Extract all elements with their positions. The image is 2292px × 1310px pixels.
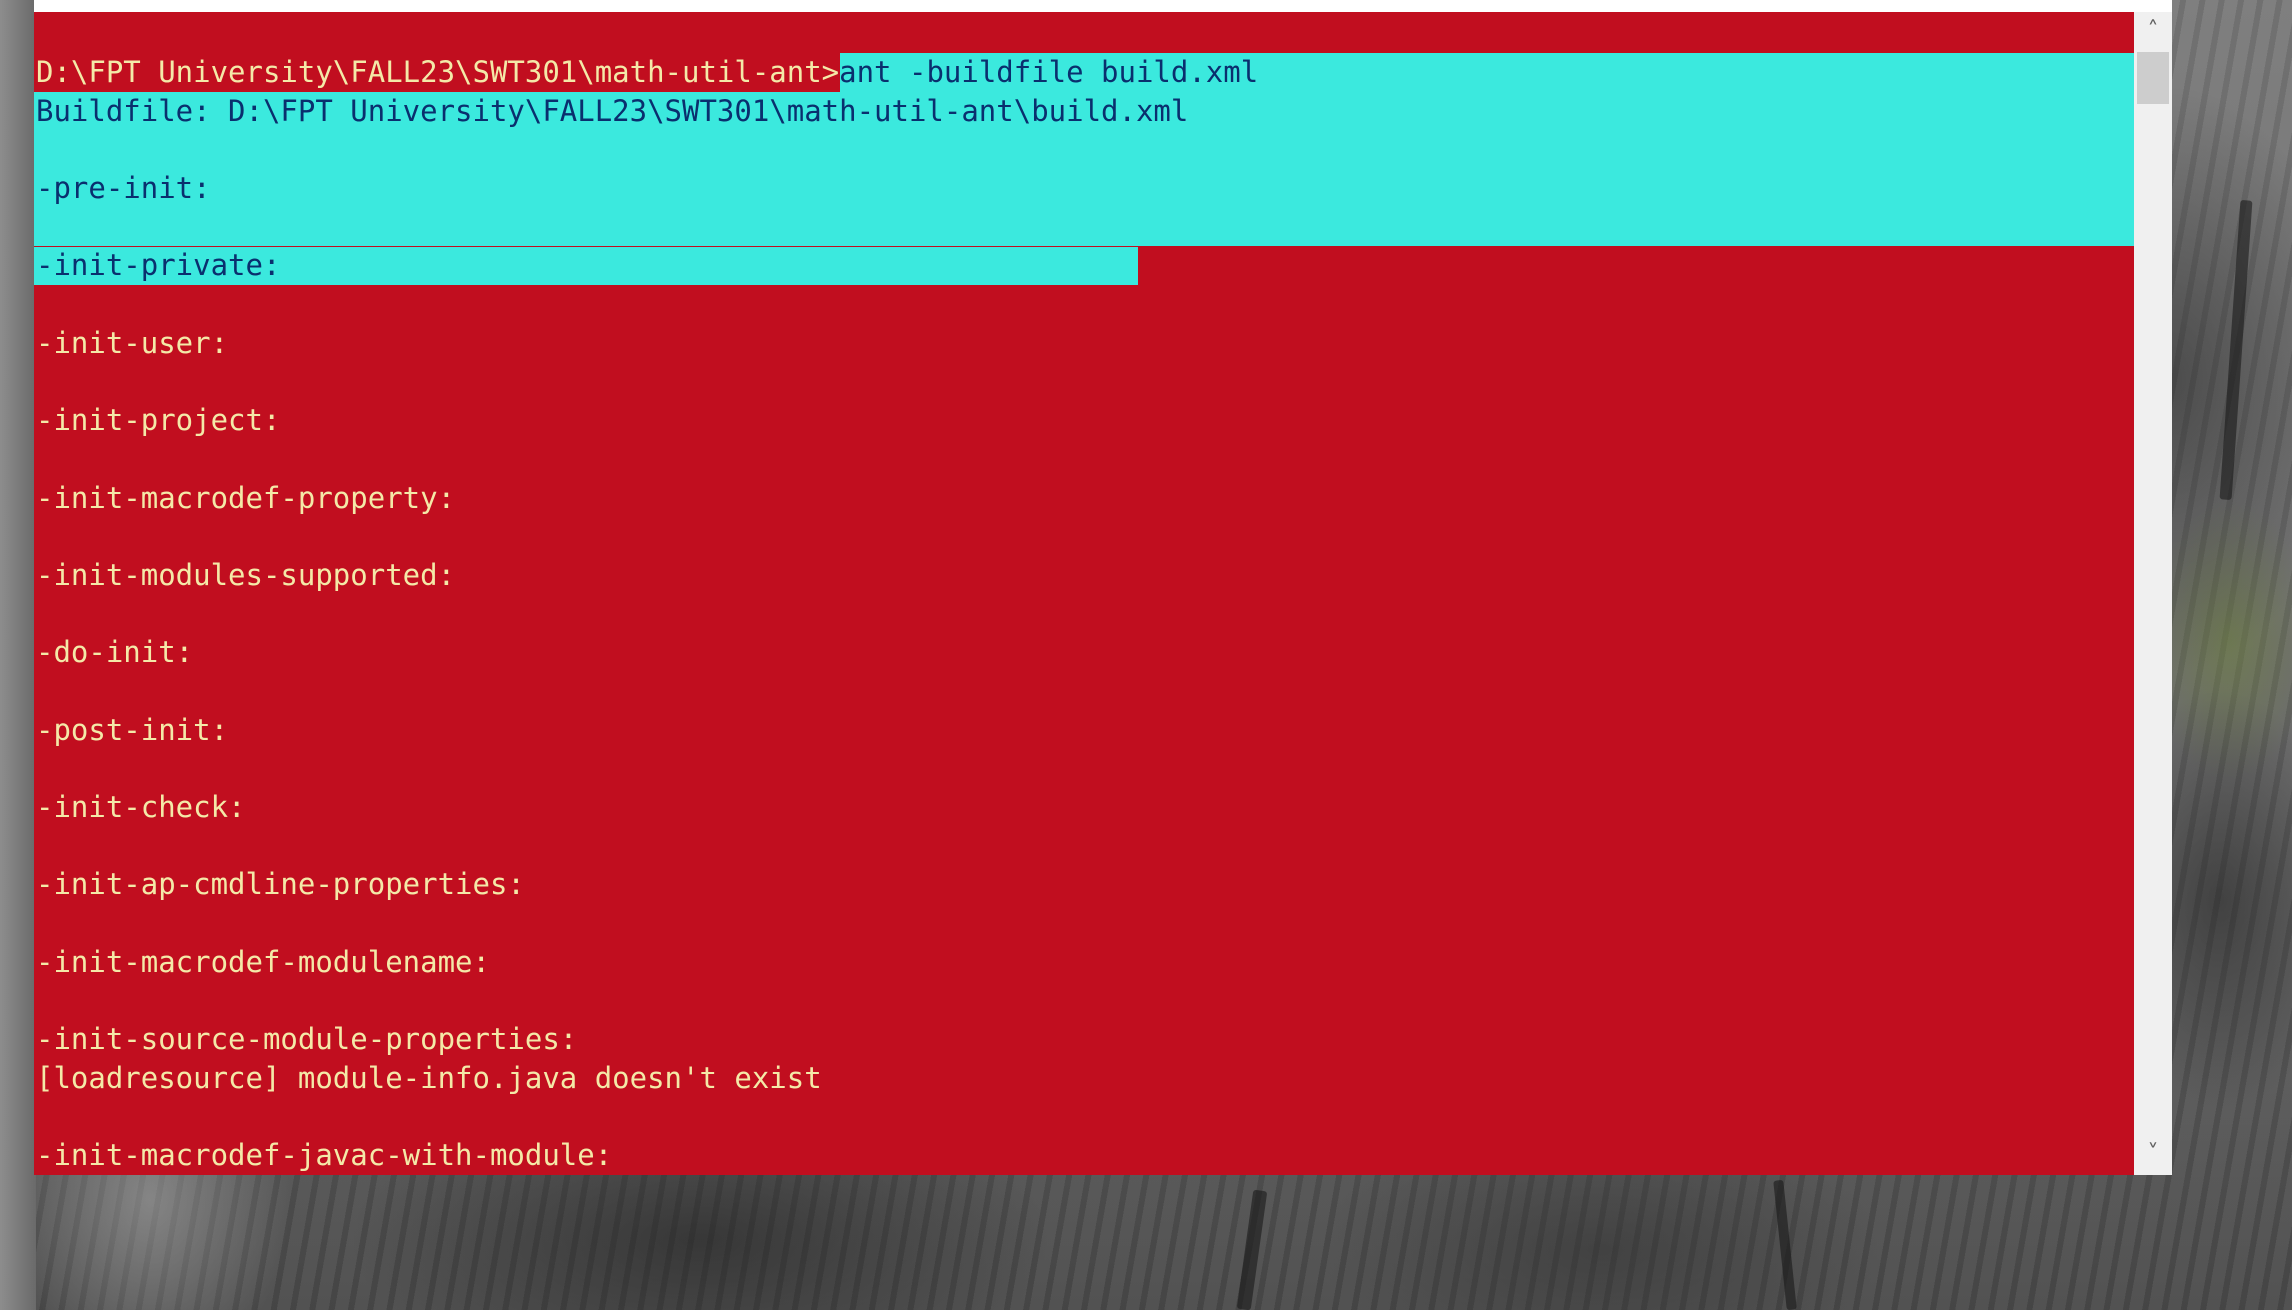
console-line: -init-check: bbox=[36, 790, 246, 825]
console-line: -post-init: bbox=[36, 712, 229, 747]
console-line: -init-modules-supported: bbox=[36, 557, 456, 592]
console-line-prompt: D:\FPT University\FALL23\SWT301\math-uti… bbox=[36, 53, 2132, 92]
console-line: -do-init: bbox=[36, 635, 194, 670]
console-line: [loadresource] module-info.java doesn't … bbox=[36, 1060, 822, 1095]
console-line: -init-ap-cmdline-properties: bbox=[36, 867, 525, 902]
window-top-border bbox=[34, 0, 2172, 12]
console-line: -init-macrodef-property: bbox=[36, 480, 456, 515]
console-window[interactable]: D:\FPT University\FALL23\SWT301\math-uti… bbox=[34, 12, 2172, 1175]
console-line: -init-macrodef-modulename: bbox=[36, 944, 490, 979]
console-prompt: D:\FPT University\FALL23\SWT301\math-uti… bbox=[36, 55, 840, 89]
console-line: -init-macrodef-javac-with-module: bbox=[36, 1138, 613, 1173]
console-line: -pre-init: bbox=[36, 171, 211, 206]
console-lines: D:\FPT University\FALL23\SWT301\math-uti… bbox=[36, 53, 2132, 1175]
chevron-down-icon[interactable]: ˅ bbox=[2134, 1137, 2172, 1171]
console-line: -init-project: bbox=[36, 403, 281, 438]
console-line: -init-source-module-properties: bbox=[36, 1022, 578, 1057]
console-command: ant -buildfile build.xml bbox=[839, 55, 1259, 89]
console-line: -init-user: bbox=[36, 325, 229, 360]
console-line: Buildfile: D:\FPT University\FALL23\SWT3… bbox=[36, 93, 1189, 128]
vertical-scrollbar[interactable]: ˄ ˅ bbox=[2134, 12, 2172, 1175]
console-line: -init-private: bbox=[36, 248, 281, 283]
scrollbar-thumb[interactable] bbox=[2137, 52, 2169, 104]
chevron-up-icon[interactable]: ˄ bbox=[2134, 14, 2172, 48]
console-output-area[interactable]: D:\FPT University\FALL23\SWT301\math-uti… bbox=[34, 12, 2134, 1175]
wallpaper-rock-edge bbox=[0, 0, 36, 1310]
